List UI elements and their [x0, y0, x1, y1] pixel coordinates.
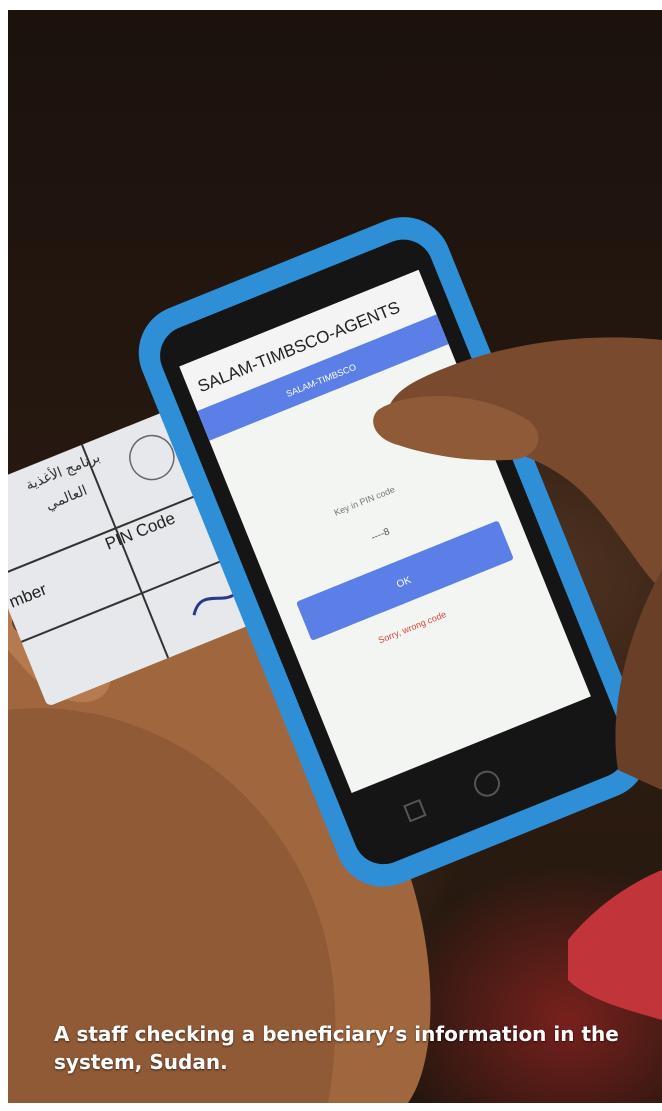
- red-garment: [568, 870, 662, 1020]
- right-palm: [615, 570, 662, 790]
- photo-frame: برنامج الأغذية العالمي PIN Code mber SAL…: [8, 10, 662, 1103]
- photo-caption: A staff checking a beneficiary’s informa…: [54, 1022, 619, 1074]
- photo-scene: برنامج الأغذية العالمي PIN Code mber SAL…: [8, 217, 662, 1103]
